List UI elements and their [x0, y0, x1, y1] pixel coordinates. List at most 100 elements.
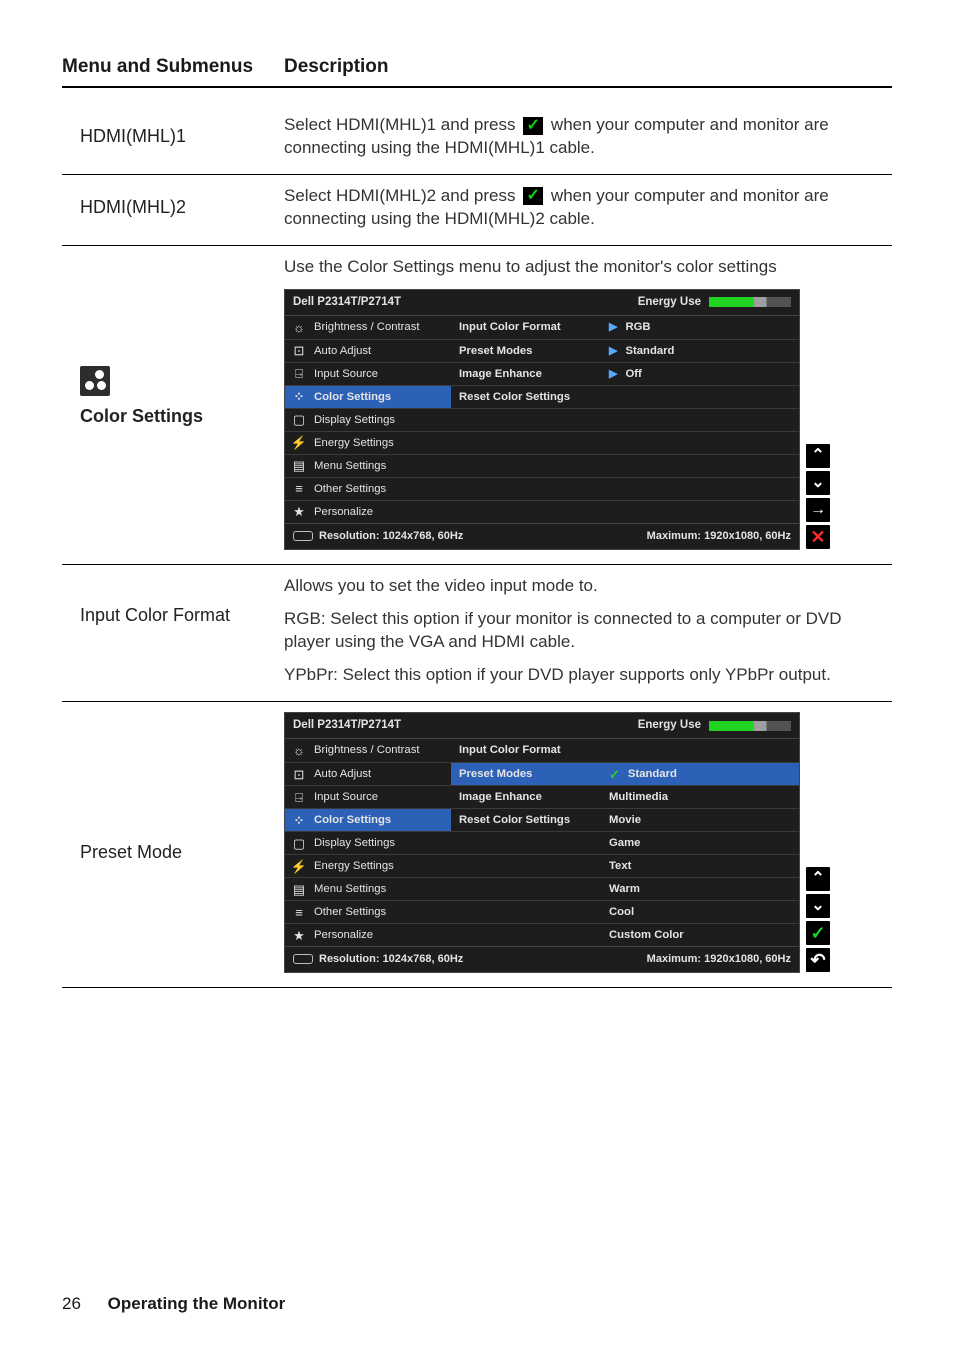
osd-resolution-label: Resolution: [319, 530, 380, 542]
osd-panel-1: Dell P2314T/P2714T Energy Use ☼Brightnes… [284, 289, 800, 550]
osd2-menu-display-settings[interactable]: ▢Display Settings [285, 831, 451, 854]
row-input-color-format: Input Color Format Allows you to set the… [62, 565, 892, 702]
star-icon: ★ [291, 504, 307, 520]
osd2-menu-color-settings[interactable]: ⁘Color Settings [285, 808, 451, 831]
osd2-model: Dell P2314T/P2714T [293, 718, 401, 734]
osd2-energy-label: Energy Use [638, 718, 701, 734]
row-icf-p1: Allows you to set the video input mode t… [284, 575, 892, 598]
row-hdmi2-desc-a: Select HDMI(MHL)2 and press [284, 186, 520, 205]
osd-menu-input-source[interactable]: ⍈Input Source [285, 362, 451, 385]
osd-panel-2: Dell P2314T/P2714T Energy Use ☼Brightnes… [284, 712, 800, 973]
row-hdmi1: HDMI(MHL)1 Select HDMI(MHL)1 and press ✓… [62, 104, 892, 175]
chevron-right-icon: ▶ [609, 344, 617, 359]
osd2-menu-energy-settings[interactable]: ⚡Energy Settings [285, 854, 451, 877]
osd2-resolution-label: Resolution: [319, 953, 380, 965]
row-color-label-text: Color Settings [80, 406, 284, 427]
osd-val-standard[interactable]: ▶Standard [601, 339, 799, 362]
osd2-maximum-value: 1920x1080, 60Hz [704, 953, 791, 965]
nav-ok-button[interactable]: ✓ [806, 921, 830, 945]
auto-adjust-icon: ⊡ [291, 343, 307, 359]
other-icon: ≡ [291, 481, 307, 497]
osd-model: Dell P2314T/P2714T [293, 295, 401, 311]
osd2-menu-brightness[interactable]: ☼Brightness / Contrast [285, 739, 451, 762]
osd-menu-menu-settings[interactable]: ▤Menu Settings [285, 454, 451, 477]
osd2-sub-preset-modes[interactable]: Preset Modes [451, 762, 601, 785]
osd2-resolution-value: 1024x768, 60Hz [383, 953, 464, 965]
row-hdmi2-desc: Select HDMI(MHL)2 and press ✓ when your … [284, 185, 892, 231]
energy-icon: ⚡ [291, 435, 307, 451]
osd2-val-custom[interactable]: Custom Color [601, 923, 799, 946]
osd2-sub-image-enhance[interactable]: Image Enhance [451, 785, 601, 808]
nav-right-button[interactable]: → [806, 498, 830, 522]
osd2-val-movie[interactable]: Movie [601, 808, 799, 831]
nav-close-button[interactable]: ✕ [806, 525, 830, 549]
osd-sub-image-enhance[interactable]: Image Enhance [451, 362, 601, 385]
osd-menu-brightness[interactable]: ☼Brightness / Contrast [285, 316, 451, 339]
display-icon: ▢ [291, 835, 307, 851]
page-title: Operating the Monitor [108, 1294, 286, 1313]
table-header-menus: Menu and Submenus [62, 56, 284, 78]
osd2-val-multimedia[interactable]: Multimedia [601, 785, 799, 808]
osd-menu-other-settings[interactable]: ≡Other Settings [285, 477, 451, 500]
osd2-val-game[interactable]: Game [601, 831, 799, 854]
row-color-desc: Use the Color Settings menu to adjust th… [284, 256, 892, 279]
nav-down-button[interactable]: ⌄ [806, 471, 830, 495]
osd-sub-col: Input Color Format Preset Modes Image En… [451, 316, 601, 523]
check-icon: ✓ [523, 187, 543, 205]
display-icon: ▢ [291, 412, 307, 428]
row-icf-p2: RGB: Select this option if your monitor … [284, 608, 892, 654]
osd-menu-energy-settings[interactable]: ⚡Energy Settings [285, 431, 451, 454]
osd-val-off[interactable]: ▶Off [601, 362, 799, 385]
osd2-menu-personalize[interactable]: ★Personalize [285, 923, 451, 946]
row-hdmi1-desc: Select HDMI(MHL)1 and press ✓ when your … [284, 114, 892, 160]
row-preset-label: Preset Mode [62, 712, 284, 973]
osd2-val-warm[interactable]: Warm [601, 877, 799, 900]
color-icon: ⁘ [291, 389, 307, 405]
nav-back-button[interactable]: ↶ [806, 948, 830, 972]
osd-menu-personalize[interactable]: ★Personalize [285, 500, 451, 523]
osd2-menu-auto-adjust[interactable]: ⊡Auto Adjust [285, 762, 451, 785]
osd2-val-standard[interactable]: ✓Standard [601, 762, 799, 785]
row-hdmi1-desc-a: Select HDMI(MHL)1 and press [284, 115, 520, 134]
other-icon: ≡ [291, 904, 307, 920]
color-icon: ⁘ [291, 812, 307, 828]
osd-sub-reset-color[interactable]: Reset Color Settings [451, 385, 601, 408]
nav-down-button[interactable]: ⌄ [806, 894, 830, 918]
row-hdmi1-label: HDMI(MHL)1 [62, 114, 284, 160]
osd-menu-auto-adjust[interactable]: ⊡Auto Adjust [285, 339, 451, 362]
osd2-maximum-label: Maximum: [647, 953, 701, 965]
osd-menu-col: ☼Brightness / Contrast ⊡Auto Adjust ⍈Inp… [285, 316, 451, 523]
osd-menu-color-settings[interactable]: ⁘Color Settings [285, 385, 451, 408]
osd-sub-preset-modes[interactable]: Preset Modes [451, 339, 601, 362]
timing-icon [293, 954, 313, 964]
osd2-menu-input-source[interactable]: ⍈Input Source [285, 785, 451, 808]
input-source-icon: ⍈ [291, 366, 307, 382]
osd-sub-input-color-format[interactable]: Input Color Format [451, 316, 601, 339]
osd2-menu-menu-settings[interactable]: ▤Menu Settings [285, 877, 451, 900]
nav-up-button[interactable]: ⌃ [806, 867, 830, 891]
osd-resolution-value: 1024x768, 60Hz [383, 530, 464, 542]
energy-bar-icon [709, 297, 791, 307]
osd-val-rgb[interactable]: ▶RGB [601, 316, 799, 339]
osd2-val-cool[interactable]: Cool [601, 900, 799, 923]
page-footer: 26 Operating the Monitor [62, 1294, 285, 1314]
row-icf-p3: YPbPr: Select this option if your DVD pl… [284, 664, 892, 687]
menu-icon: ▤ [291, 881, 307, 897]
row-hdmi2: HDMI(MHL)2 Select HDMI(MHL)2 and press ✓… [62, 175, 892, 246]
osd-menu-display-settings[interactable]: ▢Display Settings [285, 408, 451, 431]
nav-up-button[interactable]: ⌃ [806, 444, 830, 468]
osd2-nav-buttons: ⌃ ⌄ ✓ ↶ [806, 867, 830, 972]
osd-val-col: ▶RGB ▶Standard ▶Off [601, 316, 799, 523]
star-icon: ★ [291, 927, 307, 943]
osd2-sub-input-color-format[interactable]: Input Color Format [451, 739, 601, 762]
table-header-description: Description [284, 56, 892, 78]
osd-maximum-value: 1920x1080, 60Hz [704, 530, 791, 542]
input-source-icon: ⍈ [291, 789, 307, 805]
color-settings-icon [80, 366, 110, 396]
osd2-sub-reset-color[interactable]: Reset Color Settings [451, 808, 601, 831]
osd2-val-text[interactable]: Text [601, 854, 799, 877]
row-icf-label: Input Color Format [62, 575, 284, 687]
osd2-menu-other-settings[interactable]: ≡Other Settings [285, 900, 451, 923]
menu-icon: ▤ [291, 458, 307, 474]
page-number: 26 [62, 1294, 81, 1313]
